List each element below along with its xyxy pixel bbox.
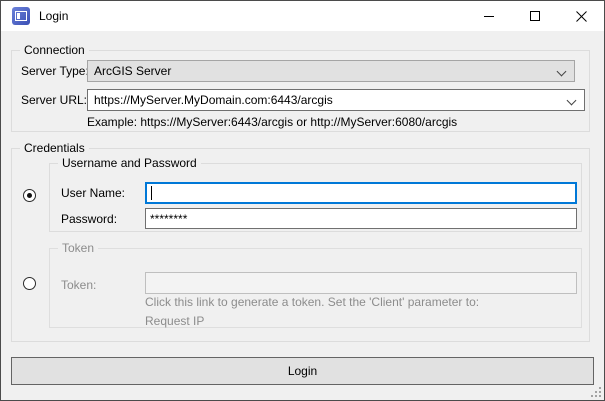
token-group: Token Token: Click this link to generate… (49, 248, 582, 328)
password-input[interactable] (145, 208, 577, 229)
server-type-dropdown[interactable]: ArcGIS Server (87, 60, 575, 82)
close-button[interactable] (558, 1, 604, 31)
token-help-text: Click this link to generate a token. Set… (145, 295, 479, 309)
dialog-body: Connection Server Type: ArcGIS Server Se… (1, 31, 604, 400)
token-request-ip-link[interactable]: Request IP (145, 314, 204, 328)
username-password-group-label: Username and Password (58, 156, 201, 170)
app-form-icon-bar (17, 13, 20, 19)
username-input-wrap (145, 182, 577, 204)
login-button-label: Login (288, 364, 317, 378)
chevron-down-icon (557, 67, 567, 77)
server-url-combobox[interactable]: https://MyServer.MyDomain.com:6443/arcgi… (87, 89, 585, 111)
titlebar[interactable]: Login (1, 1, 604, 31)
login-dialog: Login Connection Server Type: ArcGIS S (0, 0, 605, 401)
token-input (145, 272, 577, 294)
password-label: Password: (61, 212, 117, 226)
server-type-label: Server Type: (21, 64, 89, 78)
resize-grip[interactable] (590, 386, 601, 397)
username-label: User Name: (61, 186, 125, 200)
chevron-down-icon (567, 96, 577, 106)
window-title: Login (39, 9, 68, 23)
credentials-group: Credentials Username and Password User N… (11, 148, 590, 342)
server-type-value: ArcGIS Server (94, 64, 171, 78)
text-cursor (151, 186, 152, 200)
app-form-icon-inner (15, 11, 27, 21)
password-input-wrap (145, 208, 577, 229)
login-button[interactable]: Login (11, 357, 594, 385)
server-url-label: Server URL: (21, 93, 87, 107)
credentials-group-label: Credentials (20, 141, 89, 155)
username-input[interactable] (145, 182, 577, 204)
connection-group: Connection Server Type: ArcGIS Server Se… (11, 50, 590, 132)
connection-group-label: Connection (20, 43, 89, 57)
maximize-icon (530, 11, 540, 21)
maximize-button[interactable] (512, 1, 558, 31)
server-url-example: Example: https://MyServer:6443/arcgis or… (87, 115, 457, 129)
minimize-button[interactable] (466, 1, 512, 31)
token-radio[interactable] (23, 277, 36, 290)
server-url-value: https://MyServer.MyDomain.com:6443/arcgi… (94, 93, 333, 107)
token-group-label: Token (58, 241, 98, 255)
username-password-radio[interactable] (23, 189, 36, 202)
username-password-group: Username and Password User Name: Passwor… (49, 163, 582, 232)
token-input-wrap (145, 272, 577, 294)
close-icon (576, 11, 587, 22)
minimize-icon (484, 11, 494, 21)
app-form-icon (12, 7, 30, 25)
token-label: Token: (61, 278, 96, 292)
resize-grip-dots (599, 395, 601, 397)
